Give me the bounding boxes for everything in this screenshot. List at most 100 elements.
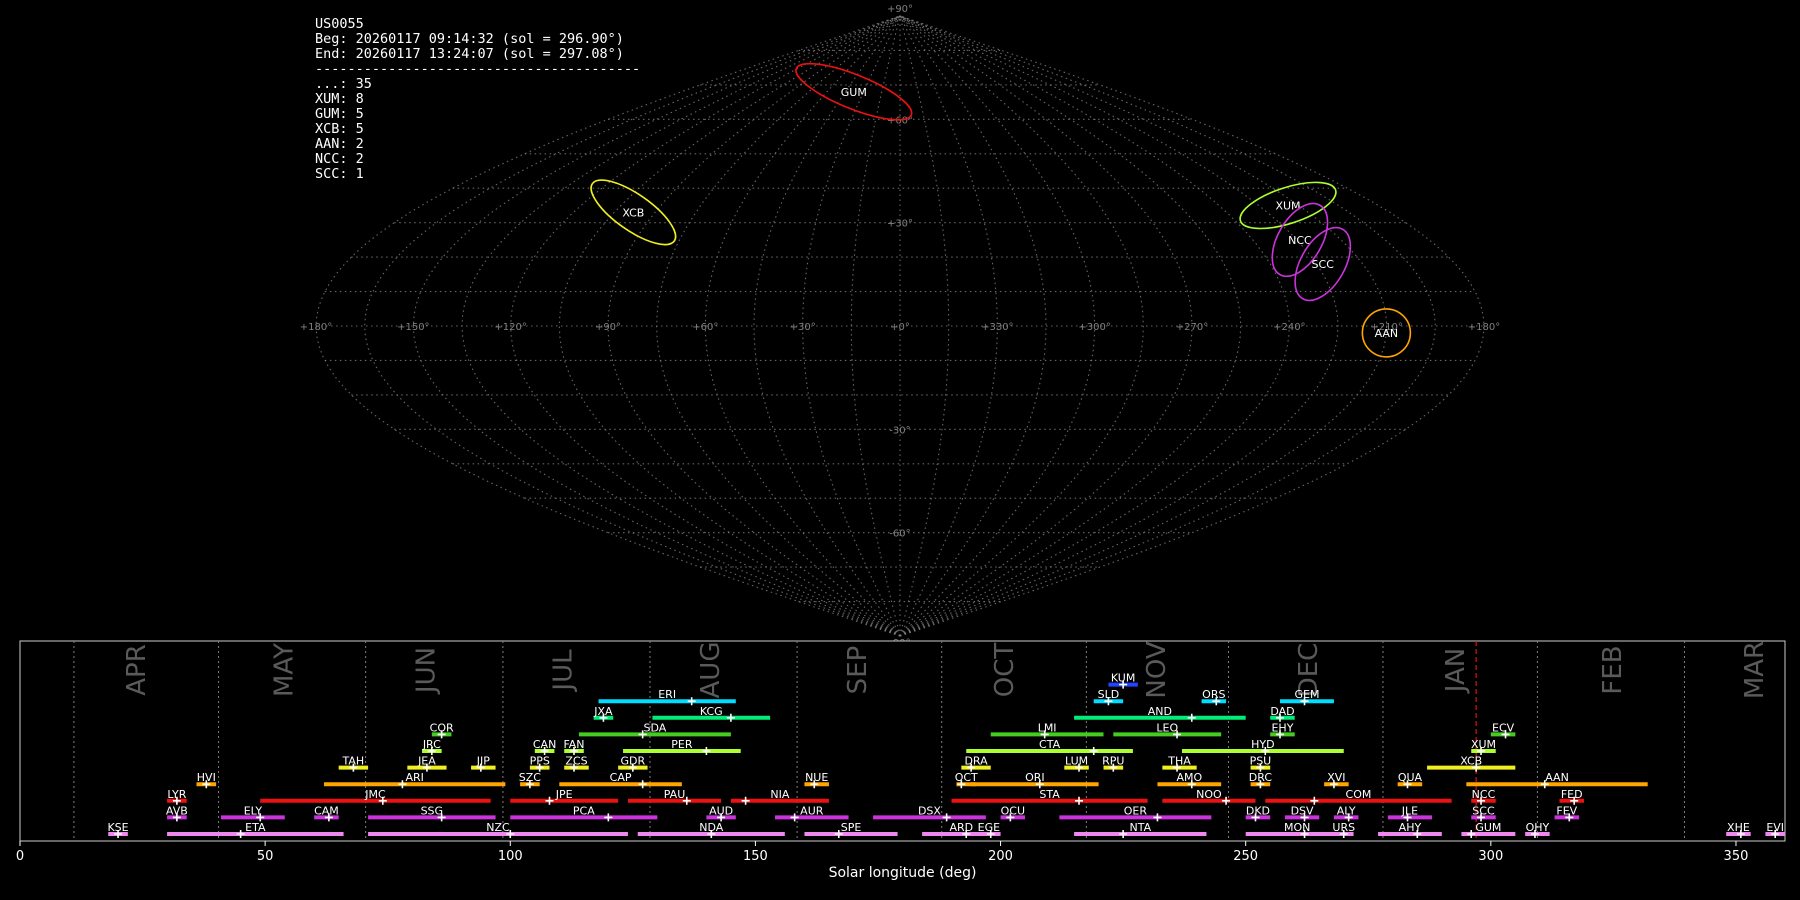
shower-label: NDA xyxy=(699,821,724,834)
lon-tick-label: +90° xyxy=(595,322,621,333)
x-tick-label: 50 xyxy=(257,849,274,864)
shower-label: HYD xyxy=(1251,738,1274,751)
radiant-label: XCB xyxy=(622,206,644,219)
shower-label: AUR xyxy=(800,804,824,817)
x-tick-label: 100 xyxy=(498,849,523,864)
shower-label: URS xyxy=(1332,821,1355,834)
shower-label: DSX xyxy=(918,804,941,817)
shower-label: COR xyxy=(430,721,454,734)
shower-timeline: APR MAY JUN JUL AUG SEP OCT NOV DEC JAN FEB MAR0 50 1… xyxy=(16,640,1786,881)
lat-tick-label: +30° xyxy=(887,219,913,230)
shower-label: KUM xyxy=(1111,672,1135,685)
shower-label: AAN xyxy=(1545,771,1569,784)
month-label: FEB xyxy=(1598,645,1628,694)
shower-label: PER xyxy=(671,738,693,751)
shower-label: ORS xyxy=(1202,688,1225,701)
x-tick-label: 350 xyxy=(1724,849,1749,864)
lon-tick-label: +180° xyxy=(1468,322,1500,333)
lon-tick-label: +240° xyxy=(1273,322,1305,333)
month-label: APR xyxy=(122,644,152,696)
shower-label: XUM xyxy=(1471,738,1496,751)
month-label: AUG xyxy=(696,642,726,699)
shower-label: SPE xyxy=(841,821,862,834)
shower-label: GEM xyxy=(1294,688,1319,701)
month-label: JUN xyxy=(411,647,441,695)
lat-tick-label: +90° xyxy=(887,4,913,15)
shower-label: GUM xyxy=(1475,821,1501,834)
month-label: MAR xyxy=(1740,641,1770,699)
month-label: NOV xyxy=(1142,641,1172,698)
shower-label: LEO xyxy=(1156,721,1178,734)
shower-label: STA xyxy=(1039,788,1060,801)
shower-label: ERI xyxy=(658,688,676,701)
shower-label: FAN xyxy=(563,738,584,751)
shower-label: DRA xyxy=(964,755,988,768)
shower-label: JEA xyxy=(417,755,436,768)
shower-label: JLE xyxy=(1401,804,1418,817)
shower-label: AHY xyxy=(1399,821,1422,834)
shower-label: EHY xyxy=(1271,721,1293,734)
shower-label: NTA xyxy=(1129,821,1151,834)
x-tick-label: 300 xyxy=(1478,849,1503,864)
lat-tick-label: -30° xyxy=(889,425,910,436)
month-label: OCT xyxy=(990,643,1020,698)
shower-label: SZC xyxy=(519,771,542,784)
shower-label: KSE xyxy=(107,821,128,834)
shower-label: PSU xyxy=(1250,755,1272,768)
shower-label: THA xyxy=(1167,755,1191,768)
x-tick-label: 0 xyxy=(16,849,24,864)
x-tick-label: 250 xyxy=(1233,849,1258,864)
shower-label: JIP xyxy=(476,755,490,768)
shower-label: ELY xyxy=(244,804,263,817)
shower-label: XVI xyxy=(1327,771,1345,784)
shower-label: NOO xyxy=(1196,788,1222,801)
lon-tick-label: +60° xyxy=(692,322,718,333)
x-axis-label: Solar longitude (deg) xyxy=(829,865,977,881)
lon-tick-label: +0° xyxy=(890,322,910,333)
shower-label: SSG xyxy=(421,804,444,817)
shower-label: AUD xyxy=(709,804,733,817)
lon-tick-label: +330° xyxy=(981,322,1013,333)
month-label: SEP xyxy=(843,646,873,695)
shower-label: GDR xyxy=(621,755,646,768)
shower-label: DSV xyxy=(1291,804,1314,817)
shower-label: ORI xyxy=(1025,771,1045,784)
month-label: MAY xyxy=(269,643,299,697)
shower-label: OHY xyxy=(1526,821,1550,834)
shower-label: LMI xyxy=(1038,721,1057,734)
shower-label: OER xyxy=(1124,804,1148,817)
shower-label: JMC xyxy=(364,788,386,801)
shower-label: XHE xyxy=(1727,821,1750,834)
shower-label: CAP xyxy=(610,771,632,784)
shower-label: NUE xyxy=(805,771,828,784)
shower-label: LYR xyxy=(167,788,186,801)
shower-label: ZCS xyxy=(565,755,587,768)
shower-label: SLD xyxy=(1098,688,1120,701)
shower-label: PCA xyxy=(573,804,595,817)
shower-label: QUA xyxy=(1398,771,1423,784)
shower-label: LUM xyxy=(1065,755,1088,768)
lon-tick-label: +270° xyxy=(1176,322,1208,333)
shower-label: ALY xyxy=(1337,804,1356,817)
shower-label: PAU xyxy=(664,788,686,801)
month-label: JAN xyxy=(1441,648,1471,694)
radiant-label: AAN xyxy=(1375,327,1399,340)
shower-label: KCG xyxy=(700,705,723,718)
shower-label: FED xyxy=(1561,788,1583,801)
lon-tick-label: +120° xyxy=(494,322,526,333)
shower-label: CAM xyxy=(314,804,339,817)
shower-label: SDA xyxy=(644,721,667,734)
shower-label: SCC xyxy=(1472,804,1495,817)
lon-tick-label: +180° xyxy=(300,322,332,333)
shower-label: AVB xyxy=(166,804,188,817)
lon-tick-label: +150° xyxy=(397,322,429,333)
lat-tick-label: -60° xyxy=(889,529,910,540)
shower-label: OCU xyxy=(1001,804,1025,817)
shower-label: AMO xyxy=(1176,771,1202,784)
lon-tick-label: +30° xyxy=(790,322,816,333)
shower-label: DKD xyxy=(1246,804,1270,817)
sky-map: +180° +150° +120° +90° +60° +30° +0° +330° +300°… xyxy=(300,4,1500,649)
shower-label: ARD xyxy=(950,821,974,834)
lon-tick-label: +300° xyxy=(1078,322,1110,333)
shower-label: PPS xyxy=(530,755,550,768)
